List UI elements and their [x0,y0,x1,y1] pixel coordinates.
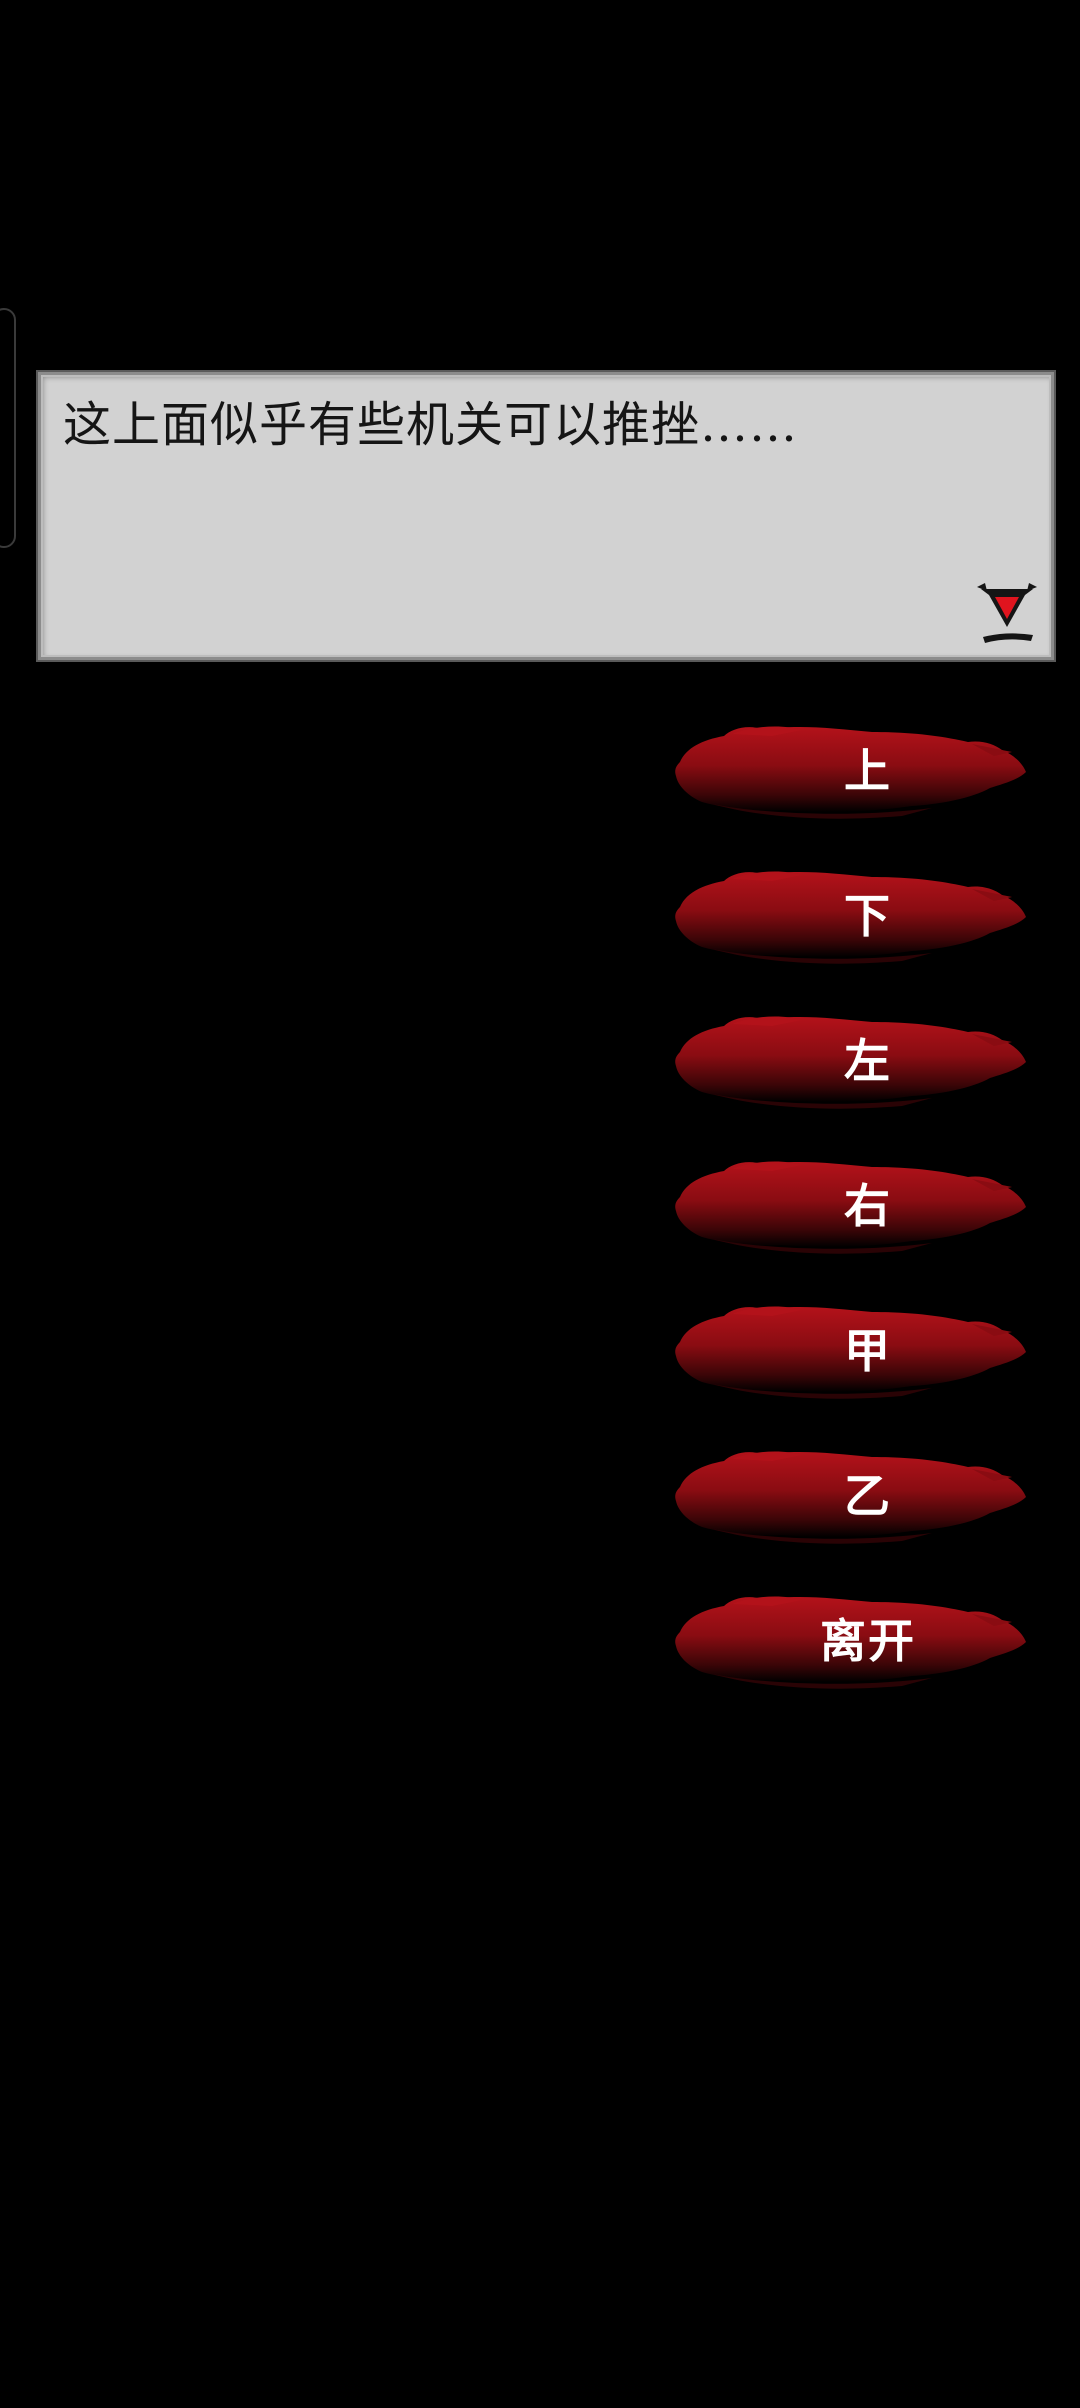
game-screen: 这上面似乎有些机关可以推挫…… 上 下 左 右 甲 乙 离开 [0,0,1080,2408]
choice-button-up[interactable]: 上 [672,718,1028,820]
advance-triangle-icon[interactable] [975,581,1039,647]
dialog-text: 这上面似乎有些机关可以推挫…… [63,397,799,453]
choice-button-leave[interactable]: 离开 [672,1588,1028,1690]
choice-label: 右 [844,1179,892,1233]
choice-button-yi[interactable]: 乙 [672,1443,1028,1545]
choice-label: 离开 [820,1614,916,1668]
choice-label: 甲 [844,1324,892,1378]
choice-label: 下 [844,889,892,943]
dialog-box[interactable]: 这上面似乎有些机关可以推挫…… [36,370,1056,662]
choice-label: 上 [844,744,892,798]
choice-label: 乙 [844,1469,892,1523]
choice-button-right[interactable]: 右 [672,1153,1028,1255]
choice-button-down[interactable]: 下 [672,863,1028,965]
choice-label: 左 [844,1034,892,1088]
choice-list: 上 下 左 右 甲 乙 离开 [672,718,1028,1733]
choice-button-jia[interactable]: 甲 [672,1298,1028,1400]
choice-button-left[interactable]: 左 [672,1008,1028,1110]
edge-panel-handle[interactable] [0,308,16,548]
